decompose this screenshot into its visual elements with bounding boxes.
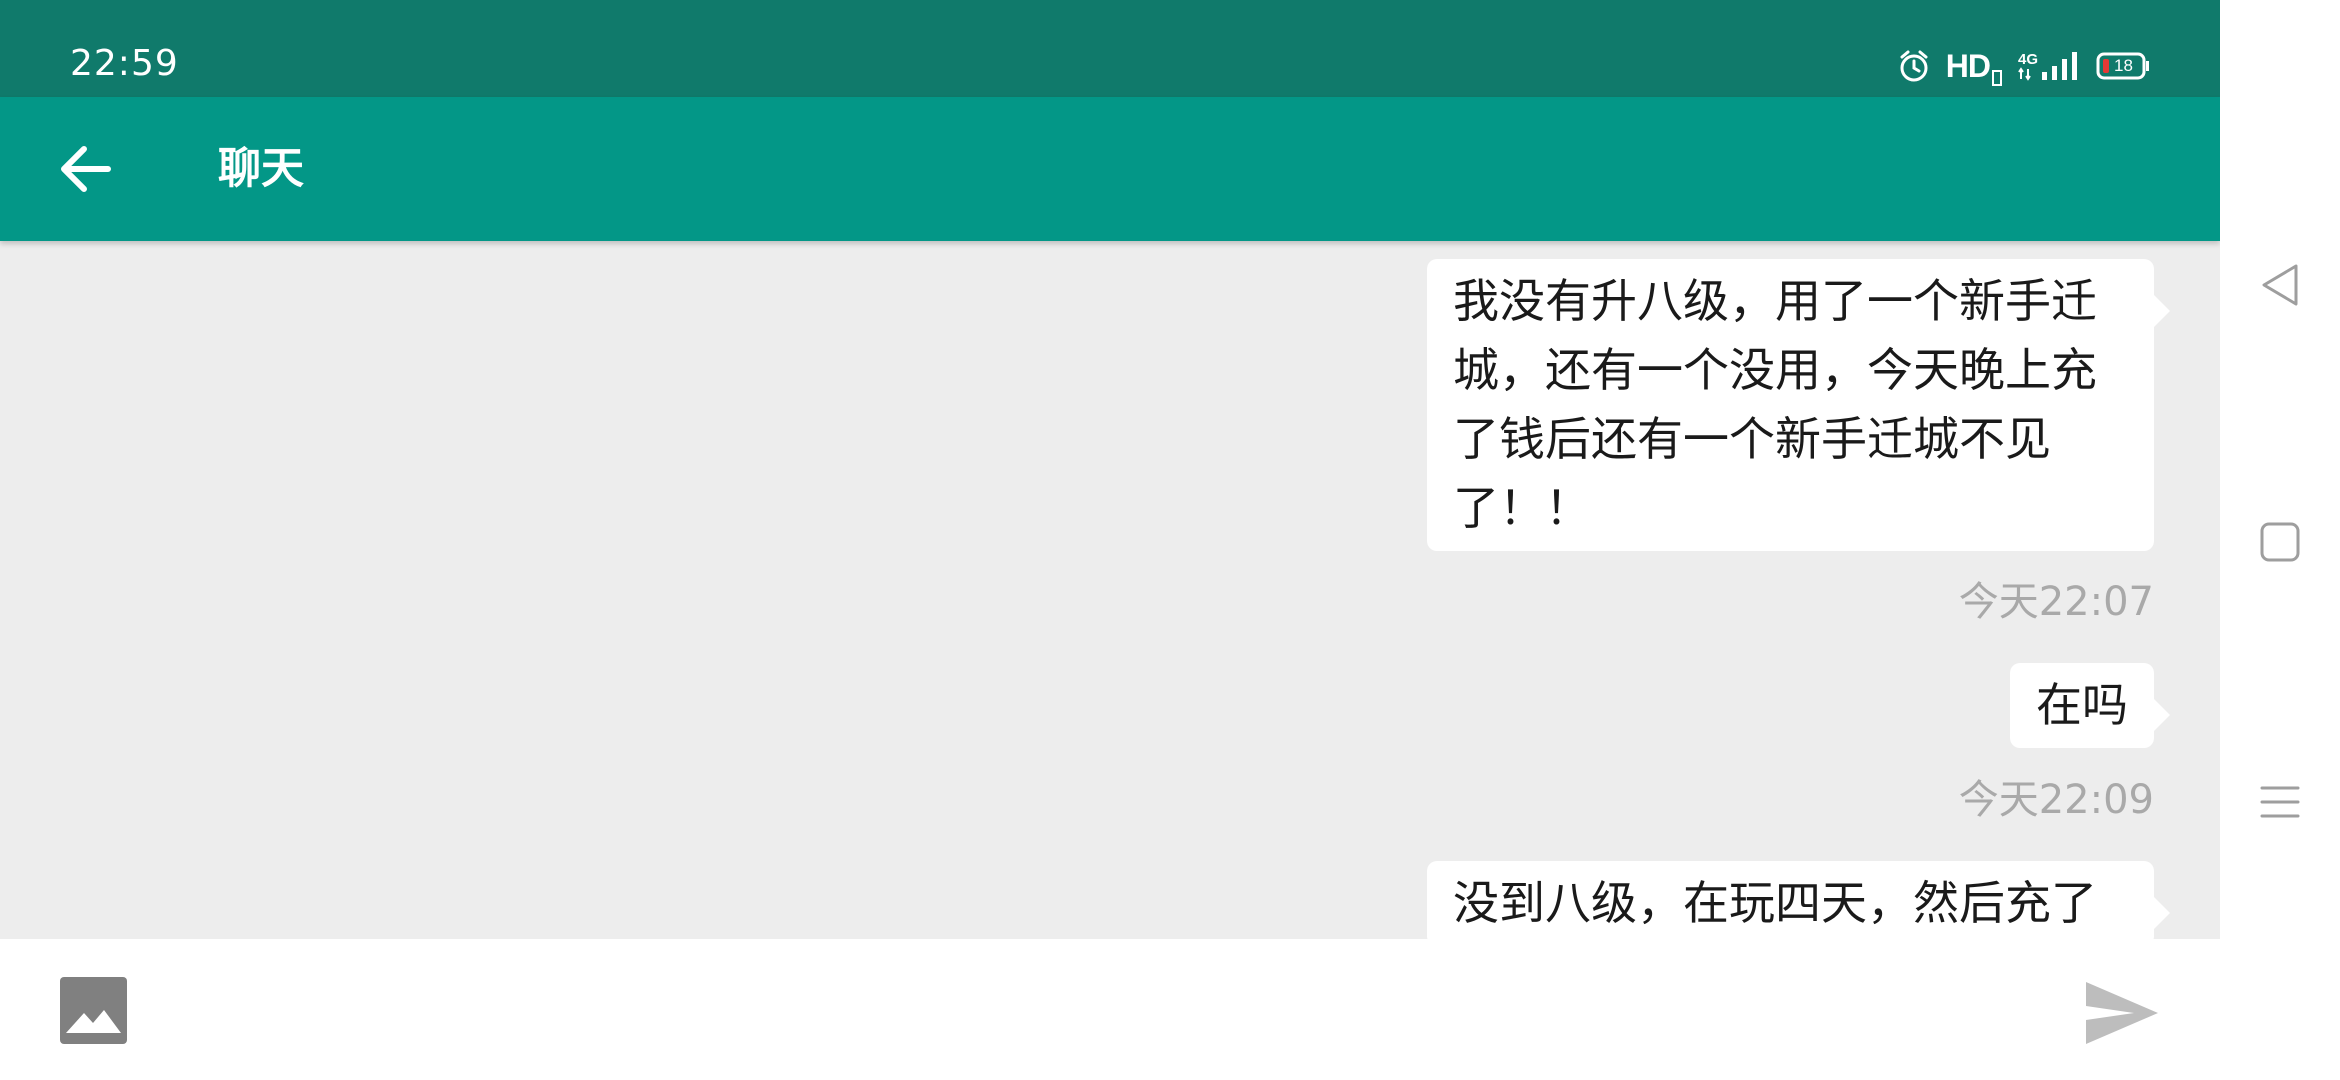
chat-screen: 22:59 HD 4G 18 聊天 我没有升八级，用了一个新手迁城，还有一个没用… [0,0,2220,1080]
image-icon [66,1010,121,1033]
nav-menu-button[interactable] [2220,757,2340,847]
status-icons: HD 4G 18 [1898,44,2150,88]
status-time: 22:59 [70,43,179,84]
battery-level: 18 [2114,56,2133,75]
send-button[interactable] [2082,978,2162,1048]
back-triangle-icon [2262,264,2298,306]
signal-4g-icon: 4G [2018,50,2080,82]
message-list[interactable]: 我没有升八级，用了一个新手迁城，还有一个没用，今天晚上充了钱后还有一个新手迁城不… [0,241,2220,939]
network-label: 4G [2017,50,2038,68]
back-button[interactable] [40,124,130,214]
battery-icon: 18 [2096,52,2150,80]
message-bubble[interactable]: 没到八级，在玩四天，然后充了 [1427,861,2170,939]
hd-icon: HD [1946,46,2002,86]
menu-lines-icon [2260,786,2300,818]
image-button[interactable] [60,977,127,1044]
system-navigation [2220,0,2340,1080]
message-item: 没到八级，在玩四天，然后充了 [1427,861,2170,939]
alarm-icon [1898,49,1930,83]
page-title: 聊天 [218,144,304,194]
app-bar: 聊天 [0,97,2220,241]
message-bubble[interactable]: 我没有升八级，用了一个新手迁城，还有一个没用，今天晚上充了钱后还有一个新手迁城不… [1427,259,2170,551]
home-square-icon [2260,522,2300,562]
message-item: 在吗 [2010,663,2170,748]
message-time: 今天22:09 [1958,777,2154,823]
nav-back-button[interactable] [2220,240,2340,330]
hd-label: HD [1945,48,1991,84]
status-bar: 22:59 HD 4G 18 [0,0,2220,97]
message-time: 今天22:07 [1958,579,2154,625]
message-item: 我没有升八级，用了一个新手迁城，还有一个没用，今天晚上充了钱后还有一个新手迁城不… [1427,259,2170,551]
arrow-left-icon [61,146,111,192]
message-bubble[interactable]: 在吗 [2010,663,2170,748]
nav-home-button[interactable] [2220,497,2340,587]
input-bar [0,939,2220,1080]
send-icon [2086,982,2158,1044]
message-input[interactable] [170,969,2030,1049]
